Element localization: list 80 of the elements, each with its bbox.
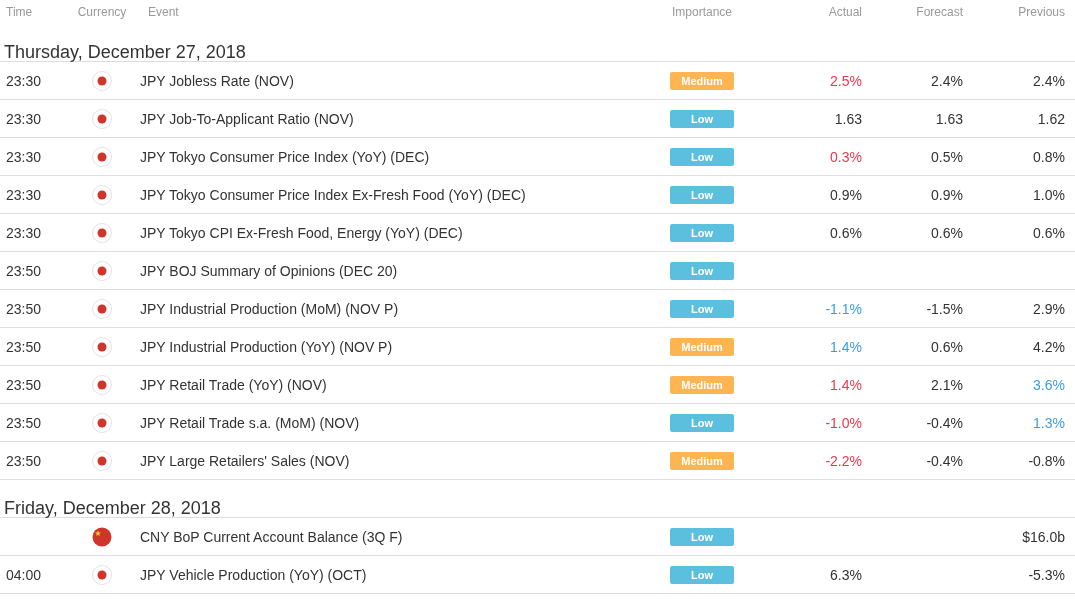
event-name: JPY Tokyo Consumer Price Index (YoY) (DEC)	[139, 148, 431, 165]
previous-value: -5.3%	[1028, 566, 1065, 583]
previous-value: $16.0b	[1022, 528, 1065, 545]
previous-value: -0.8%	[1028, 452, 1065, 469]
column-header: Actual	[828, 5, 862, 19]
actual-value: 0.6%	[830, 224, 862, 241]
time-cell-text: 23:50	[6, 414, 43, 431]
column-header: Forecast	[916, 5, 963, 19]
previous-value: 2.9%	[1033, 300, 1065, 317]
actual-value: 0.3%	[830, 148, 862, 165]
event-name: JPY BOJ Summary of Opinions (DEC 20)	[139, 262, 399, 279]
importance-badge: Low	[670, 147, 734, 166]
actual-value: 1.4%	[830, 376, 862, 393]
event-name: JPY Job-To-Applicant Ratio (NOV)	[139, 110, 355, 127]
actual-value: 0.9%	[830, 186, 862, 203]
importance-badge: Medium	[670, 71, 734, 90]
importance-badge: Low	[670, 223, 734, 242]
previous-value: 3.6%	[1033, 376, 1065, 393]
importance-badge: Low	[670, 185, 734, 204]
date-heading: Friday, December 28, 2018	[0, 482, 1075, 518]
forecast-value: 2.1%	[931, 376, 963, 393]
event-name: JPY Tokyo CPI Ex-Fresh Food, Energy (YoY) (DEC)	[139, 224, 464, 241]
importance-badge: Medium	[670, 375, 734, 394]
importance-badge: Medium	[670, 451, 734, 470]
actual-value: 1.4%	[830, 338, 862, 355]
column-header: Currency	[77, 5, 127, 19]
previous-value: 2.4%	[1033, 72, 1065, 89]
time-cell-text: 23:50	[6, 452, 43, 469]
time-cell-text: 23:30	[6, 148, 43, 165]
time-cell-text: 23:50	[6, 376, 43, 393]
time-cell-text: 23:30	[6, 224, 43, 241]
column-header: Previous	[1018, 5, 1065, 19]
time-cell-text: 23:50	[6, 338, 43, 355]
forecast-value: 0.6%	[931, 224, 963, 241]
event-name: JPY Retail Trade s.a. (MoM) (NOV)	[139, 414, 361, 431]
time-cell-text: 23:30	[6, 186, 43, 203]
actual-value: 2.5%	[830, 72, 862, 89]
importance-badge: Low	[670, 299, 734, 318]
importance-badge: Medium	[670, 337, 734, 356]
importance-badge: Low	[670, 261, 734, 280]
event-name: JPY Large Retailers' Sales (NOV)	[139, 452, 351, 469]
forecast-value: 0.9%	[931, 186, 963, 203]
importance-badge: Low	[670, 413, 734, 432]
column-header: Importance	[672, 5, 732, 19]
forecast-value: -0.4%	[926, 414, 963, 431]
event-name: JPY Retail Trade (YoY) (NOV)	[139, 376, 328, 393]
column-header: Time	[6, 5, 34, 19]
event-name: JPY Vehicle Production (YoY) (OCT)	[139, 566, 368, 583]
time-cell-text: 04:00	[6, 566, 43, 583]
importance-badge: Low	[670, 109, 734, 128]
time-cell-text: 23:30	[6, 110, 43, 127]
time-cell-text: 23:50	[6, 300, 43, 317]
event-name: CNY BoP Current Account Balance (3Q F)	[139, 528, 404, 545]
event-name: JPY Industrial Production (YoY) (NOV P)	[139, 338, 394, 355]
event-name: JPY Tokyo Consumer Price Index Ex-Fresh Food (YoY) (DEC)	[139, 186, 527, 203]
importance-badge: Low	[670, 527, 734, 546]
date-heading: Thursday, December 27, 2018	[0, 26, 1075, 62]
actual-value: 6.3%	[830, 566, 862, 583]
forecast-value: 1.63	[935, 110, 963, 127]
actual-value: -1.1%	[825, 300, 862, 317]
event-name: JPY Industrial Production (MoM) (NOV P)	[139, 300, 400, 317]
time-cell-text: 23:30	[6, 72, 43, 89]
forecast-value: 0.6%	[931, 338, 963, 355]
forecast-value: 0.5%	[931, 148, 963, 165]
previous-value: 1.3%	[1033, 414, 1065, 431]
column-header: Event	[147, 5, 180, 19]
previous-value: 1.0%	[1033, 186, 1065, 203]
actual-value: 1.63	[834, 110, 862, 127]
previous-value: 0.6%	[1033, 224, 1065, 241]
forecast-value: -0.4%	[926, 452, 963, 469]
actual-value: -2.2%	[825, 452, 862, 469]
previous-value: 1.62	[1037, 110, 1065, 127]
event-name: JPY Jobless Rate (NOV)	[139, 72, 295, 89]
previous-value: 4.2%	[1033, 338, 1065, 355]
previous-value: 0.8%	[1033, 148, 1065, 165]
time-cell-text: 23:50	[6, 262, 43, 279]
forecast-value: -1.5%	[926, 300, 963, 317]
forecast-value: 2.4%	[931, 72, 963, 89]
importance-badge: Low	[670, 565, 734, 584]
actual-value: -1.0%	[825, 414, 862, 431]
